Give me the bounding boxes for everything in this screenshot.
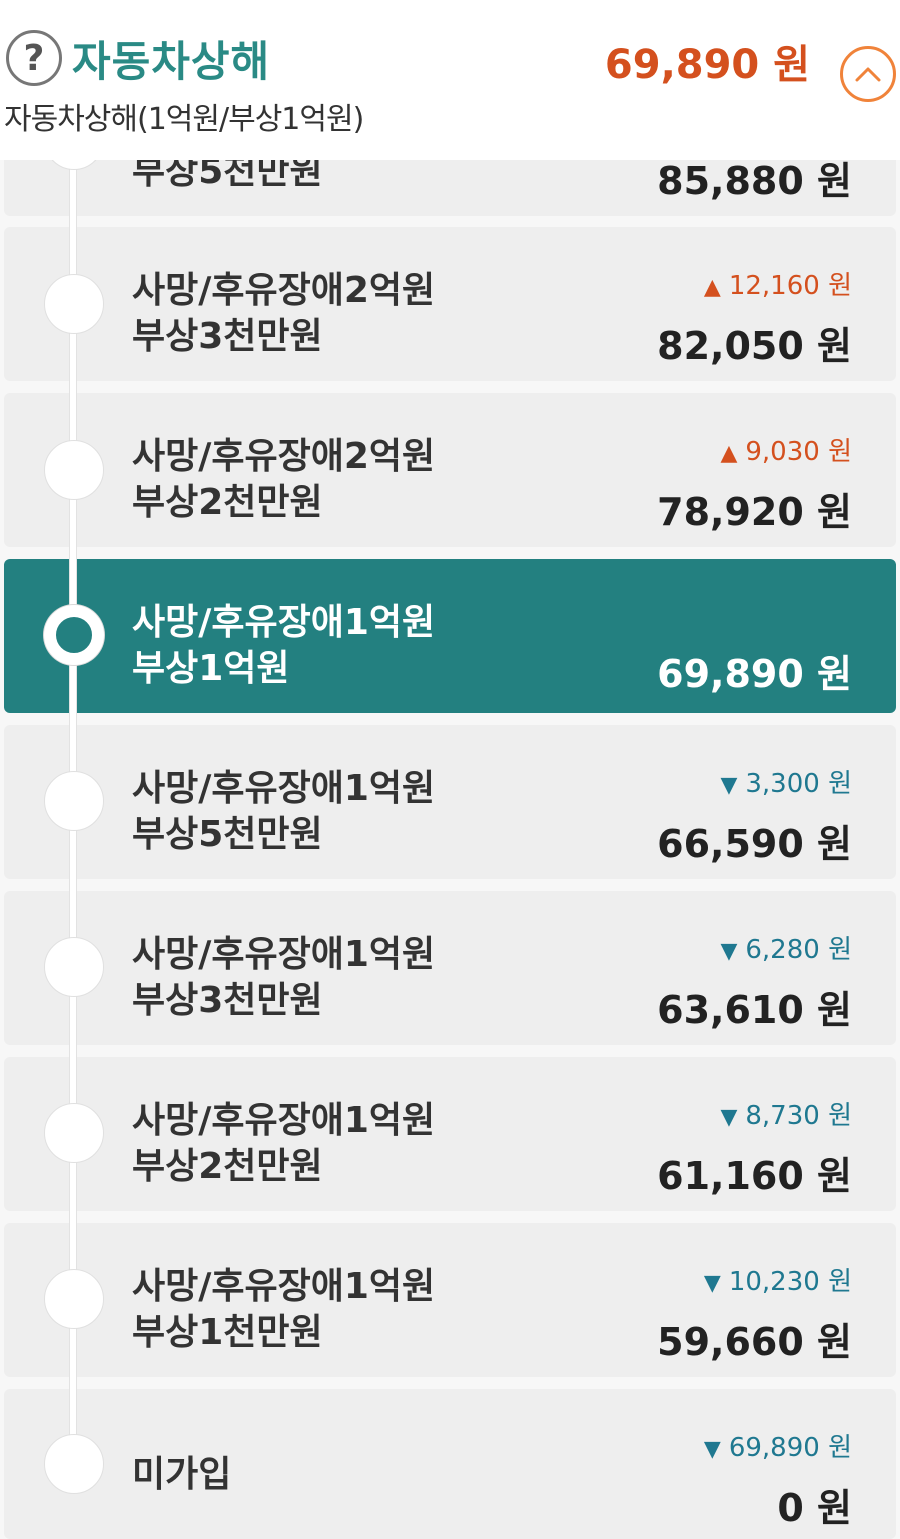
triangle-down-icon: ▼ [703,1271,721,1296]
price-diff-value: 6,280 원 [745,935,852,965]
option-death-label: 사망/후유장애1억원 [132,1266,436,1307]
price-diff: ▼ 69,890 원 [704,1427,852,1464]
price-diff-value: 3,300 원 [745,769,852,799]
option-none-label: 미가입 [132,1454,232,1495]
coverage-header: ? 자동차상해 자동차상해(1억원/부상1억원) 69,890 원 [0,0,900,160]
price-diff: ▼ 6,280 원 [720,929,852,966]
option-injury-label: 부상3천만원 [132,316,323,357]
option-death-label: 사망/후유장애1억원 [132,602,436,643]
price-diff-value: 9,030 원 [745,437,852,467]
option-death-label: 사망/후유장애1억원 [132,1100,436,1141]
triangle-down-icon: ▼ [720,939,738,964]
timeline-node[interactable] [44,440,104,500]
triangle-up-icon: ▲ [703,275,721,300]
timeline-node[interactable] [44,937,104,997]
option-death-label: 사망/후유장애2억원 [132,270,436,311]
price-diff-value: 69,890 원 [728,1433,852,1463]
collapse-button[interactable] [840,46,896,102]
timeline-node[interactable] [44,1103,104,1163]
option-item[interactable]: 사망/후유장애2억원 부상2천만원 ▲ 9,030 원 78,920 원 [4,393,896,547]
coverage-option-list: 부상5천만원 85,880 원 사망/후유장애2억원 부상3천만원 ▲ 12,16… [0,0,900,1539]
price-diff-value: 8,730 원 [745,1101,852,1131]
option-item-selected[interactable]: 사망/후유장애1억원 부상1억원 69,890 원 [4,559,896,713]
option-injury-label: 부상2천만원 [132,482,323,523]
timeline-node-selected[interactable] [44,605,104,665]
option-price: 0 원 [777,1486,852,1530]
option-price: 61,160 원 [657,1154,852,1198]
option-injury-label: 부상2천만원 [132,1146,323,1187]
chevron-up-icon [855,67,881,82]
price-diff-value: 12,160 원 [728,271,852,301]
price-diff-value: 10,230 원 [728,1267,852,1297]
triangle-up-icon: ▲ [720,441,738,466]
option-price: 63,610 원 [657,988,852,1032]
option-injury-label: 부상3천만원 [132,980,323,1021]
option-item[interactable]: 사망/후유장애1억원 부상5천만원 ▼ 3,300 원 66,590 원 [4,725,896,879]
selected-price: 69,890 원 [604,42,810,88]
option-death-label: 사망/후유장애1억원 [132,768,436,809]
triangle-down-icon: ▼ [720,773,738,798]
triangle-down-icon: ▼ [720,1105,738,1130]
timeline-node[interactable] [44,274,104,334]
option-death-label: 사망/후유장애2억원 [132,436,436,477]
triangle-down-icon: ▼ [703,1437,721,1462]
option-item[interactable]: 사망/후유장애1억원 부상3천만원 ▼ 6,280 원 63,610 원 [4,891,896,1045]
option-death-label: 사망/후유장애1억원 [132,934,436,975]
price-diff: ▼ 3,300 원 [720,763,852,800]
timeline-node[interactable] [44,771,104,831]
question-icon[interactable]: ? [6,30,62,86]
option-price: 82,050 원 [657,324,852,368]
option-item[interactable]: 사망/후유장애1억원 부상1천만원 ▼ 10,230 원 59,660 원 [4,1223,896,1377]
coverage-summary: 자동차상해(1억원/부상1억원) [4,102,364,137]
option-item[interactable]: 미가입 ▼ 69,890 원 0 원 [4,1389,896,1539]
option-price: 78,920 원 [657,490,852,534]
option-price: 69,890 원 [657,652,852,696]
price-diff: ▲ 12,160 원 [704,265,852,302]
option-price: 59,660 원 [657,1320,852,1364]
page-title: 자동차상해 [72,37,271,86]
timeline-node[interactable] [44,1269,104,1329]
price-diff: ▼ 10,230 원 [704,1261,852,1298]
timeline-node[interactable] [44,1434,104,1494]
option-injury-label: 부상5천만원 [132,814,323,855]
option-price: 66,590 원 [657,822,852,866]
option-injury-label: 부상1천만원 [132,1312,323,1353]
price-diff: ▲ 9,030 원 [720,431,852,468]
option-injury-label: 부상1억원 [132,648,290,689]
option-item[interactable]: 사망/후유장애2억원 부상3천만원 ▲ 12,160 원 82,050 원 [4,227,896,381]
price-diff: ▼ 8,730 원 [720,1095,852,1132]
option-item[interactable]: 사망/후유장애1억원 부상2천만원 ▼ 8,730 원 61,160 원 [4,1057,896,1211]
